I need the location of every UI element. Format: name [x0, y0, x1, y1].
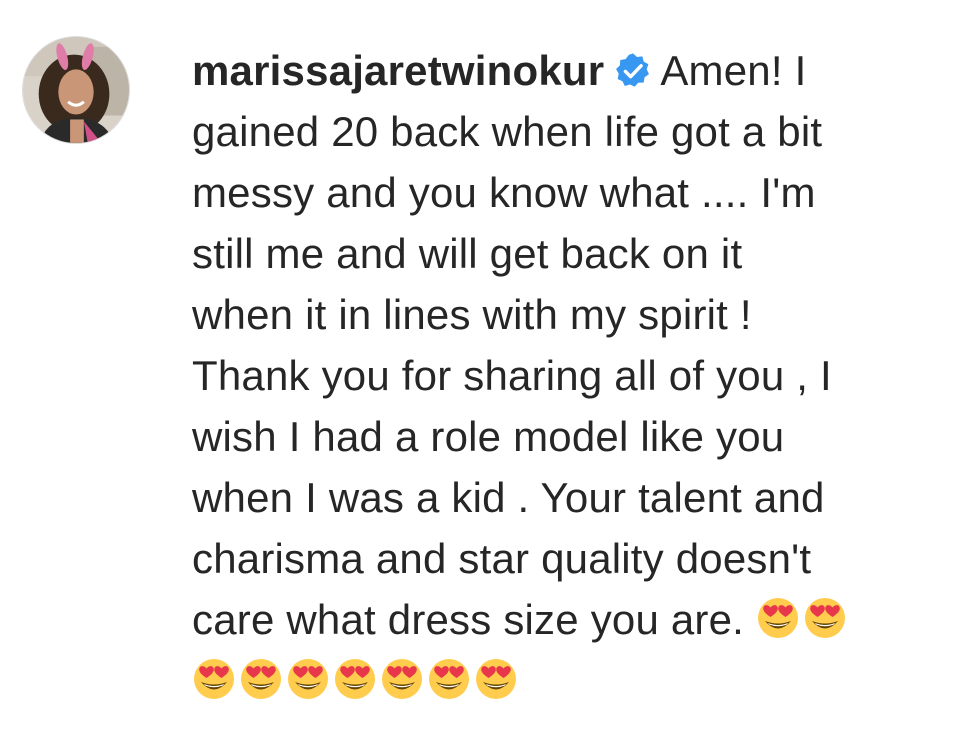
heart-eyes-emoji: [756, 596, 800, 640]
heart-eyes-emoji: [380, 657, 424, 701]
emoji-group: [756, 596, 850, 643]
comment: marissajaretwinokur Amen! I gained 20 ba…: [0, 0, 980, 738]
comment-text-line: care what dress size you are.: [192, 596, 745, 643]
avatar[interactable]: [22, 36, 130, 144]
heart-eyes-emoji: [474, 657, 518, 701]
heart-eyes-emoji: [192, 657, 236, 701]
comment-text: marissajaretwinokur Amen! I gained 20 ba…: [192, 40, 962, 711]
comment-text-line: Amen! I: [660, 47, 807, 94]
emoji-group: [192, 650, 962, 711]
heart-eyes-emoji: [239, 657, 283, 701]
username-link[interactable]: marissajaretwinokur: [192, 47, 604, 94]
verified-badge-icon: [614, 52, 652, 90]
comment-line-10: care what dress size you are.: [192, 589, 962, 650]
comment-text-line: charisma and star quality doesn't: [192, 535, 812, 582]
heart-eyes-emoji: [286, 657, 330, 701]
comment-text-line: wish I had a role model like you: [192, 413, 785, 460]
comment-text-line: when it in lines with my spirit !: [192, 291, 752, 338]
heart-eyes-emoji: [803, 596, 847, 640]
heart-eyes-emoji: [427, 657, 471, 701]
comment-line-1: marissajaretwinokur Amen! I: [192, 40, 962, 101]
heart-eyes-emoji: [333, 657, 377, 701]
comment-text-line: Thank you for sharing all of you , I: [192, 352, 832, 399]
comment-text-line: still me and will get back on it: [192, 230, 743, 277]
profile-photo: [23, 37, 129, 143]
comment-text-line: messy and you know what .... I'm: [192, 169, 816, 216]
comment-text-line: when I was a kid . Your talent and: [192, 474, 825, 521]
comment-text-line: gained 20 back when life got a bit: [192, 108, 823, 155]
